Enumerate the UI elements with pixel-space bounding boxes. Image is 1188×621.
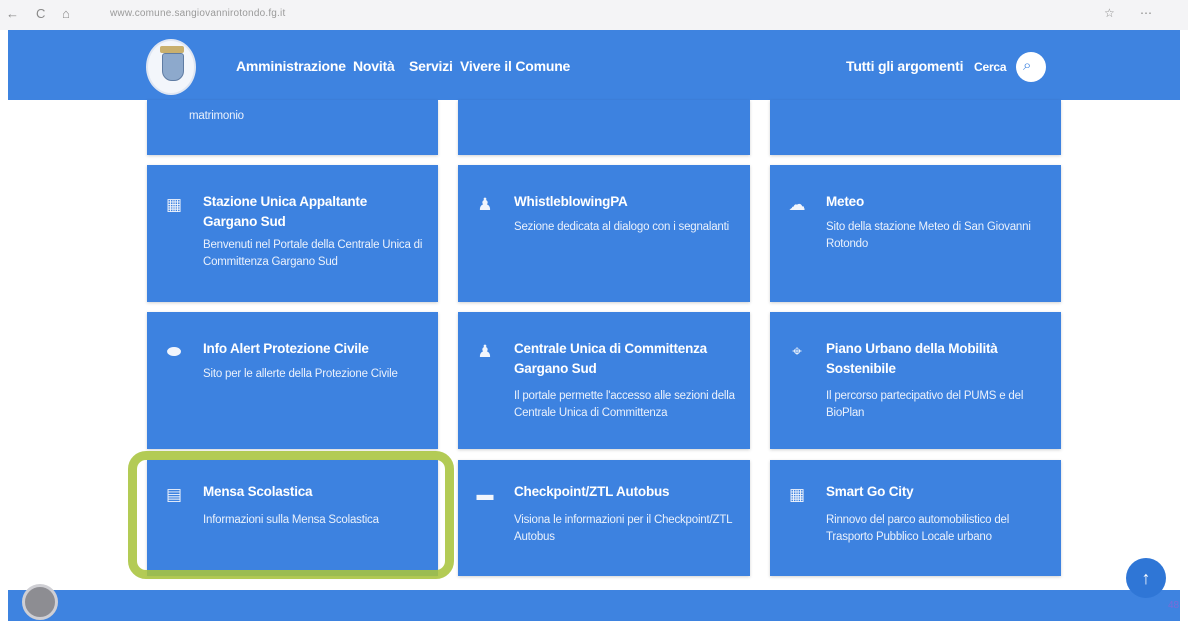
- card-title: Info Alert Protezione Civile: [203, 341, 369, 356]
- reload-icon[interactable]: C: [36, 6, 45, 21]
- card-description: Benvenuti nel Portale della Centrale Uni…: [203, 239, 423, 268]
- card-stazione-unica-appaltante[interactable]: ▦ Stazione Unica Appaltante Gargano Sud …: [147, 165, 438, 302]
- crown-icon: [160, 46, 184, 53]
- bookmark-icon[interactable]: ☆: [1104, 6, 1115, 20]
- card-description: Il portale permette l'accesso alle sezio…: [514, 390, 735, 419]
- service-card[interactable]: [458, 100, 750, 155]
- card-description: Rinnovo del parco automobilistico del Tr…: [826, 514, 1010, 543]
- shield-icon: [162, 53, 184, 81]
- card-title: Centrale Unica di Committenza Gargano Su…: [514, 341, 707, 376]
- map-pin-icon: ⌖: [792, 342, 802, 361]
- search-button[interactable]: ⌕: [1016, 52, 1046, 82]
- card-title: Piano Urbano della Mobilità Sostenibile: [826, 341, 998, 376]
- all-topics-link[interactable]: Tutti gli argomenti: [846, 58, 963, 74]
- browser-toolbar: ← C ⌂ www.comune.sangiovannirotondo.fg.i…: [0, 0, 1188, 30]
- card-centrale-unica[interactable]: ♟ Centrale Unica di Committenza Gargano …: [458, 312, 750, 449]
- card-smart-go-city[interactable]: ▦ Smart Go City Rinnovo del parco automo…: [770, 460, 1061, 576]
- back-icon[interactable]: ←: [6, 6, 19, 21]
- building-icon: ▦: [165, 195, 183, 214]
- municipality-logo[interactable]: [146, 39, 196, 95]
- cloud-icon: ☁: [788, 195, 806, 214]
- search-label[interactable]: Cerca: [974, 60, 1007, 74]
- nav-amministrazione[interactable]: Amministrazione: [236, 58, 346, 74]
- card-pums[interactable]: ⌖ Piano Urbano della Mobilità Sostenibil…: [770, 312, 1061, 449]
- home-icon[interactable]: ⌂: [62, 6, 70, 21]
- card-description: Sezione dedicata al dialogo con i segnal…: [514, 221, 729, 233]
- nav-servizi[interactable]: Servizi: [409, 58, 453, 74]
- person-icon: ♟: [477, 342, 493, 361]
- card-description: Sito della stazione Meteo di San Giovann…: [826, 221, 1031, 250]
- card-title: Stazione Unica Appaltante Gargano Sud: [203, 194, 368, 229]
- highlight-annotation: [128, 451, 454, 579]
- card-description: Visiona le informazioni per il Checkpoin…: [514, 514, 732, 543]
- card-description: Il percorso partecipativo del PUMS e del…: [826, 390, 1024, 419]
- menu-icon[interactable]: ⋯: [1140, 6, 1152, 20]
- card-info-alert[interactable]: ⬬ Info Alert Protezione Civile Sito per …: [147, 312, 438, 449]
- card-description: matrimonio: [189, 110, 244, 122]
- alert-icon: ⬬: [166, 342, 182, 361]
- address-bar[interactable]: www.comune.sangiovannirotondo.fg.it: [110, 8, 285, 19]
- service-card[interactable]: matrimonio: [147, 100, 438, 155]
- card-meteo[interactable]: ☁ Meteo Sito della stazione Meteo di San…: [770, 165, 1061, 302]
- person-icon: ♟: [477, 195, 493, 214]
- card-title: Checkpoint/ZTL Autobus: [514, 484, 670, 499]
- back-to-top-button[interactable]: ↑: [1126, 558, 1166, 598]
- footer-logo: [22, 584, 58, 620]
- nav-novita[interactable]: Novità: [353, 58, 395, 74]
- corner-badge: 48: [1168, 600, 1180, 611]
- card-title: WhistleblowingPA: [514, 194, 628, 209]
- nav-vivere-il-comune[interactable]: Vivere il Comune: [460, 58, 570, 74]
- card-title: Meteo: [826, 194, 865, 209]
- card-whistleblowing[interactable]: ♟ WhistleblowingPA Sezione dedicata al d…: [458, 165, 750, 302]
- service-card[interactable]: [770, 100, 1061, 155]
- search-icon: ⌕: [1023, 57, 1032, 74]
- building-icon: ▦: [788, 485, 806, 504]
- bus-icon: ▬: [476, 485, 494, 504]
- card-checkpoint-ztl[interactable]: ▬ Checkpoint/ZTL Autobus Visiona le info…: [458, 460, 750, 576]
- site-footer: [8, 590, 1180, 621]
- card-description: Sito per le allerte della Protezione Civ…: [203, 368, 398, 380]
- card-title: Smart Go City: [826, 484, 914, 499]
